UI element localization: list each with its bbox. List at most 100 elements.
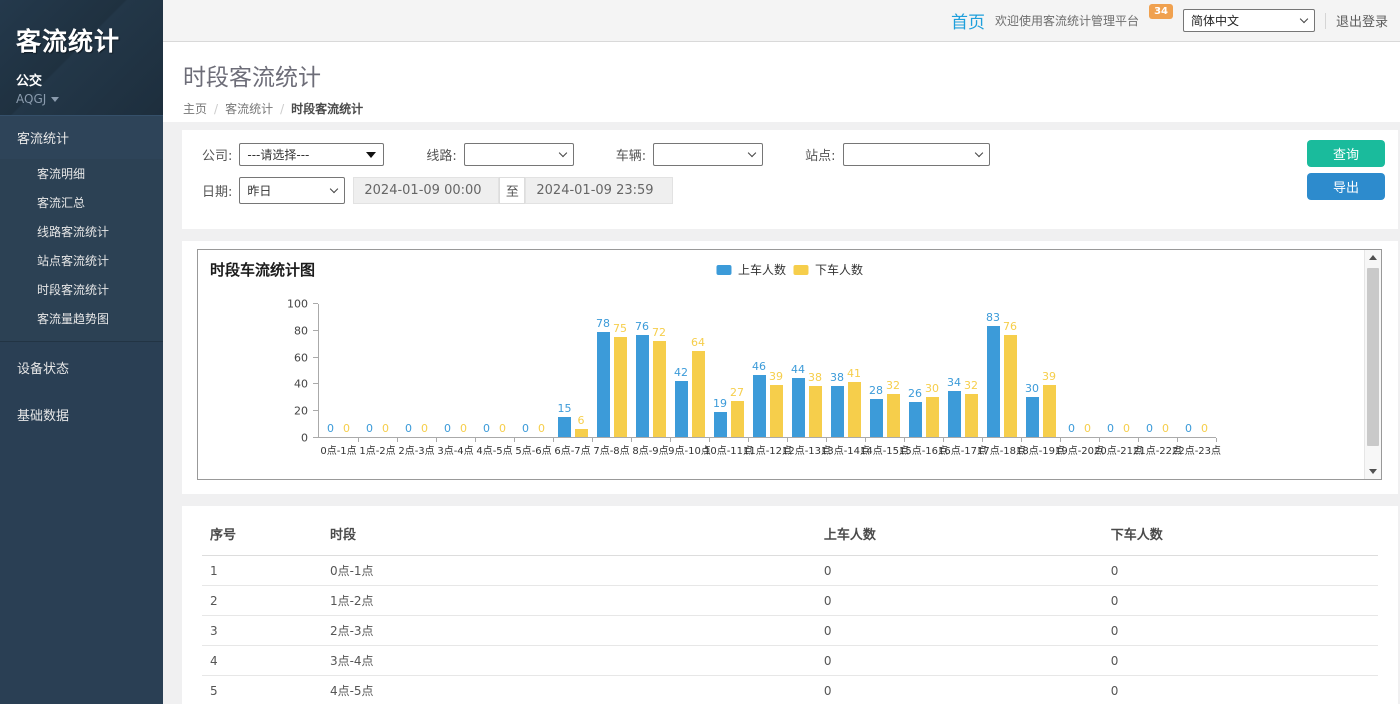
chart-category-group: 0019点-20点: [1060, 304, 1099, 437]
bar-boarding: 15: [558, 403, 572, 437]
bar-alighting: 76: [1003, 321, 1017, 437]
table-cell: 4: [202, 646, 322, 676]
table-cell: 0: [816, 586, 1103, 616]
notification-badge[interactable]: 34: [1149, 4, 1173, 19]
brand-area: 客流统计 公交 AQGJ: [0, 0, 163, 115]
breadcrumb-home[interactable]: 主页: [183, 100, 207, 117]
bar-boarding: 0: [519, 423, 532, 437]
account-dropdown[interactable]: AQGJ: [16, 92, 147, 106]
sidebar-item[interactable]: 线路客流统计: [0, 217, 163, 246]
sidebar-item[interactable]: 站点客流统计: [0, 246, 163, 275]
date-preset-select[interactable]: 昨日: [239, 177, 345, 204]
bar-value-label: 28: [869, 385, 883, 397]
chevron-down-icon: [748, 149, 756, 157]
triangle-down-icon: [366, 152, 376, 158]
chart-category-group: 000点-1点: [319, 304, 358, 437]
sidebar: 客流统计 公交 AQGJ 客流统计 客流明细客流汇总线路客流统计站点客流统计时段…: [0, 0, 163, 704]
scroll-down-button[interactable]: [1365, 464, 1381, 479]
bar-alighting-rect: [770, 385, 783, 437]
bar-alighting-rect: [731, 401, 744, 437]
breadcrumb: 主页 / 客流统计 / 时段客流统计: [183, 100, 1380, 117]
chart-category-group: 837617点-18点: [982, 304, 1021, 437]
sidebar-item[interactable]: 客流量趋势图: [0, 304, 163, 333]
sidebar-item[interactable]: 客流汇总: [0, 188, 163, 217]
bar-value-label: 64: [691, 337, 705, 349]
legend-label-boarding: 上车人数: [738, 261, 786, 278]
vehicle-label: 车辆:: [616, 145, 646, 164]
bar-boarding: 30: [1025, 383, 1039, 437]
logout-link[interactable]: 退出登录: [1336, 11, 1388, 30]
table-cell: 0: [816, 556, 1103, 586]
bar-boarding-rect: [597, 332, 610, 437]
table-cell: 3点-4点: [322, 646, 816, 676]
triangle-up-icon: [1369, 255, 1377, 260]
date-from-input[interactable]: 2024-01-09 00:00: [353, 177, 499, 204]
bar-value-label: 0: [327, 423, 334, 435]
header-boarding: 上车人数: [816, 510, 1103, 556]
chart-scrollbar[interactable]: [1364, 250, 1381, 479]
bar-boarding: 0: [1143, 423, 1156, 437]
table-panel: 序号 时段 上车人数 下车人数 10点-1点0021点-2点0032点-3点00…: [182, 506, 1398, 704]
bar-boarding: 42: [674, 367, 688, 437]
sidebar-section-passenger-stats[interactable]: 客流统计: [0, 115, 163, 159]
table-cell: 0: [1103, 616, 1378, 646]
date-to-input[interactable]: 2024-01-09 23:59: [525, 177, 673, 204]
nav-divider: [1325, 13, 1326, 29]
scrollbar-thumb[interactable]: [1367, 268, 1379, 446]
bar-boarding-rect: [1026, 397, 1039, 437]
bar-value-label: 30: [1025, 383, 1039, 395]
bar-boarding: 78: [596, 318, 610, 437]
export-button[interactable]: 导出: [1307, 173, 1385, 200]
table-cell: 0: [1103, 556, 1378, 586]
table-cell: 1点-2点: [322, 586, 816, 616]
bar-value-label: 0: [1185, 423, 1192, 435]
bar-boarding-rect: [831, 386, 844, 437]
sidebar-item[interactable]: 客流明细: [0, 159, 163, 188]
bar-value-label: 30: [925, 383, 939, 395]
date-range-to-label: 至: [499, 177, 525, 204]
vehicle-select[interactable]: [653, 143, 763, 166]
sidebar-section-device-status[interactable]: 设备状态: [0, 346, 163, 389]
legend-label-alighting: 下车人数: [815, 261, 863, 278]
x-axis-label: 22点-23点: [1172, 442, 1221, 457]
main-area: 首页 欢迎使用客流统计管理平台 34 简体中文 退出登录 时段客流统计 主页 /…: [163, 0, 1400, 704]
period-stats-table: 序号 时段 上车人数 下车人数 10点-1点0021点-2点0032点-3点00…: [202, 510, 1378, 704]
chart-category-group: 0020点-21点: [1099, 304, 1138, 437]
sidebar-item[interactable]: 时段客流统计: [0, 275, 163, 304]
chart-category-group: 005点-6点: [514, 304, 553, 437]
bar-value-label: 38: [808, 372, 822, 384]
y-axis-label: 0: [301, 432, 308, 445]
bar-alighting: 39: [1042, 371, 1056, 437]
chart-category-group: 001点-2点: [358, 304, 397, 437]
bar-value-label: 32: [886, 380, 900, 392]
breadcrumb-parent[interactable]: 客流统计: [225, 100, 273, 117]
bar-boarding-rect: [675, 381, 688, 437]
table-cell: 0: [1103, 586, 1378, 616]
top-navbar: 首页 欢迎使用客流统计管理平台 34 简体中文 退出登录: [163, 0, 1400, 42]
sidebar-section-base-data[interactable]: 基础数据: [0, 393, 163, 436]
chart-category-group: 463911点-12点: [748, 304, 787, 437]
table-row: 10点-1点00: [202, 556, 1378, 586]
table-cell: 0: [816, 676, 1103, 704]
bar-boarding: 0: [1182, 423, 1195, 437]
bar-boarding-rect: [714, 412, 727, 437]
triangle-down-icon: [1369, 469, 1377, 474]
bar-value-label: 0: [421, 423, 428, 435]
line-select[interactable]: [464, 143, 574, 166]
query-button[interactable]: 查询: [1307, 140, 1385, 167]
content: 公司: ---请选择--- 线路: 车辆: 站点:: [163, 122, 1400, 704]
chart-category-group: 0022点-23点: [1177, 304, 1216, 437]
company-select[interactable]: ---请选择---: [239, 143, 384, 166]
bar-boarding: 76: [635, 321, 649, 437]
station-select[interactable]: [843, 143, 990, 166]
table-row: 54点-5点00: [202, 676, 1378, 704]
chart-category-group: 78757点-8点: [592, 304, 631, 437]
scroll-up-button[interactable]: [1365, 250, 1381, 265]
date-preset-value: 昨日: [247, 182, 271, 199]
y-axis-label: 20: [294, 405, 308, 418]
bar-boarding: 0: [363, 423, 376, 437]
language-select[interactable]: 简体中文: [1183, 9, 1315, 32]
line-label: 线路:: [426, 145, 456, 164]
table-cell: 2: [202, 586, 322, 616]
home-link[interactable]: 首页: [951, 8, 985, 33]
